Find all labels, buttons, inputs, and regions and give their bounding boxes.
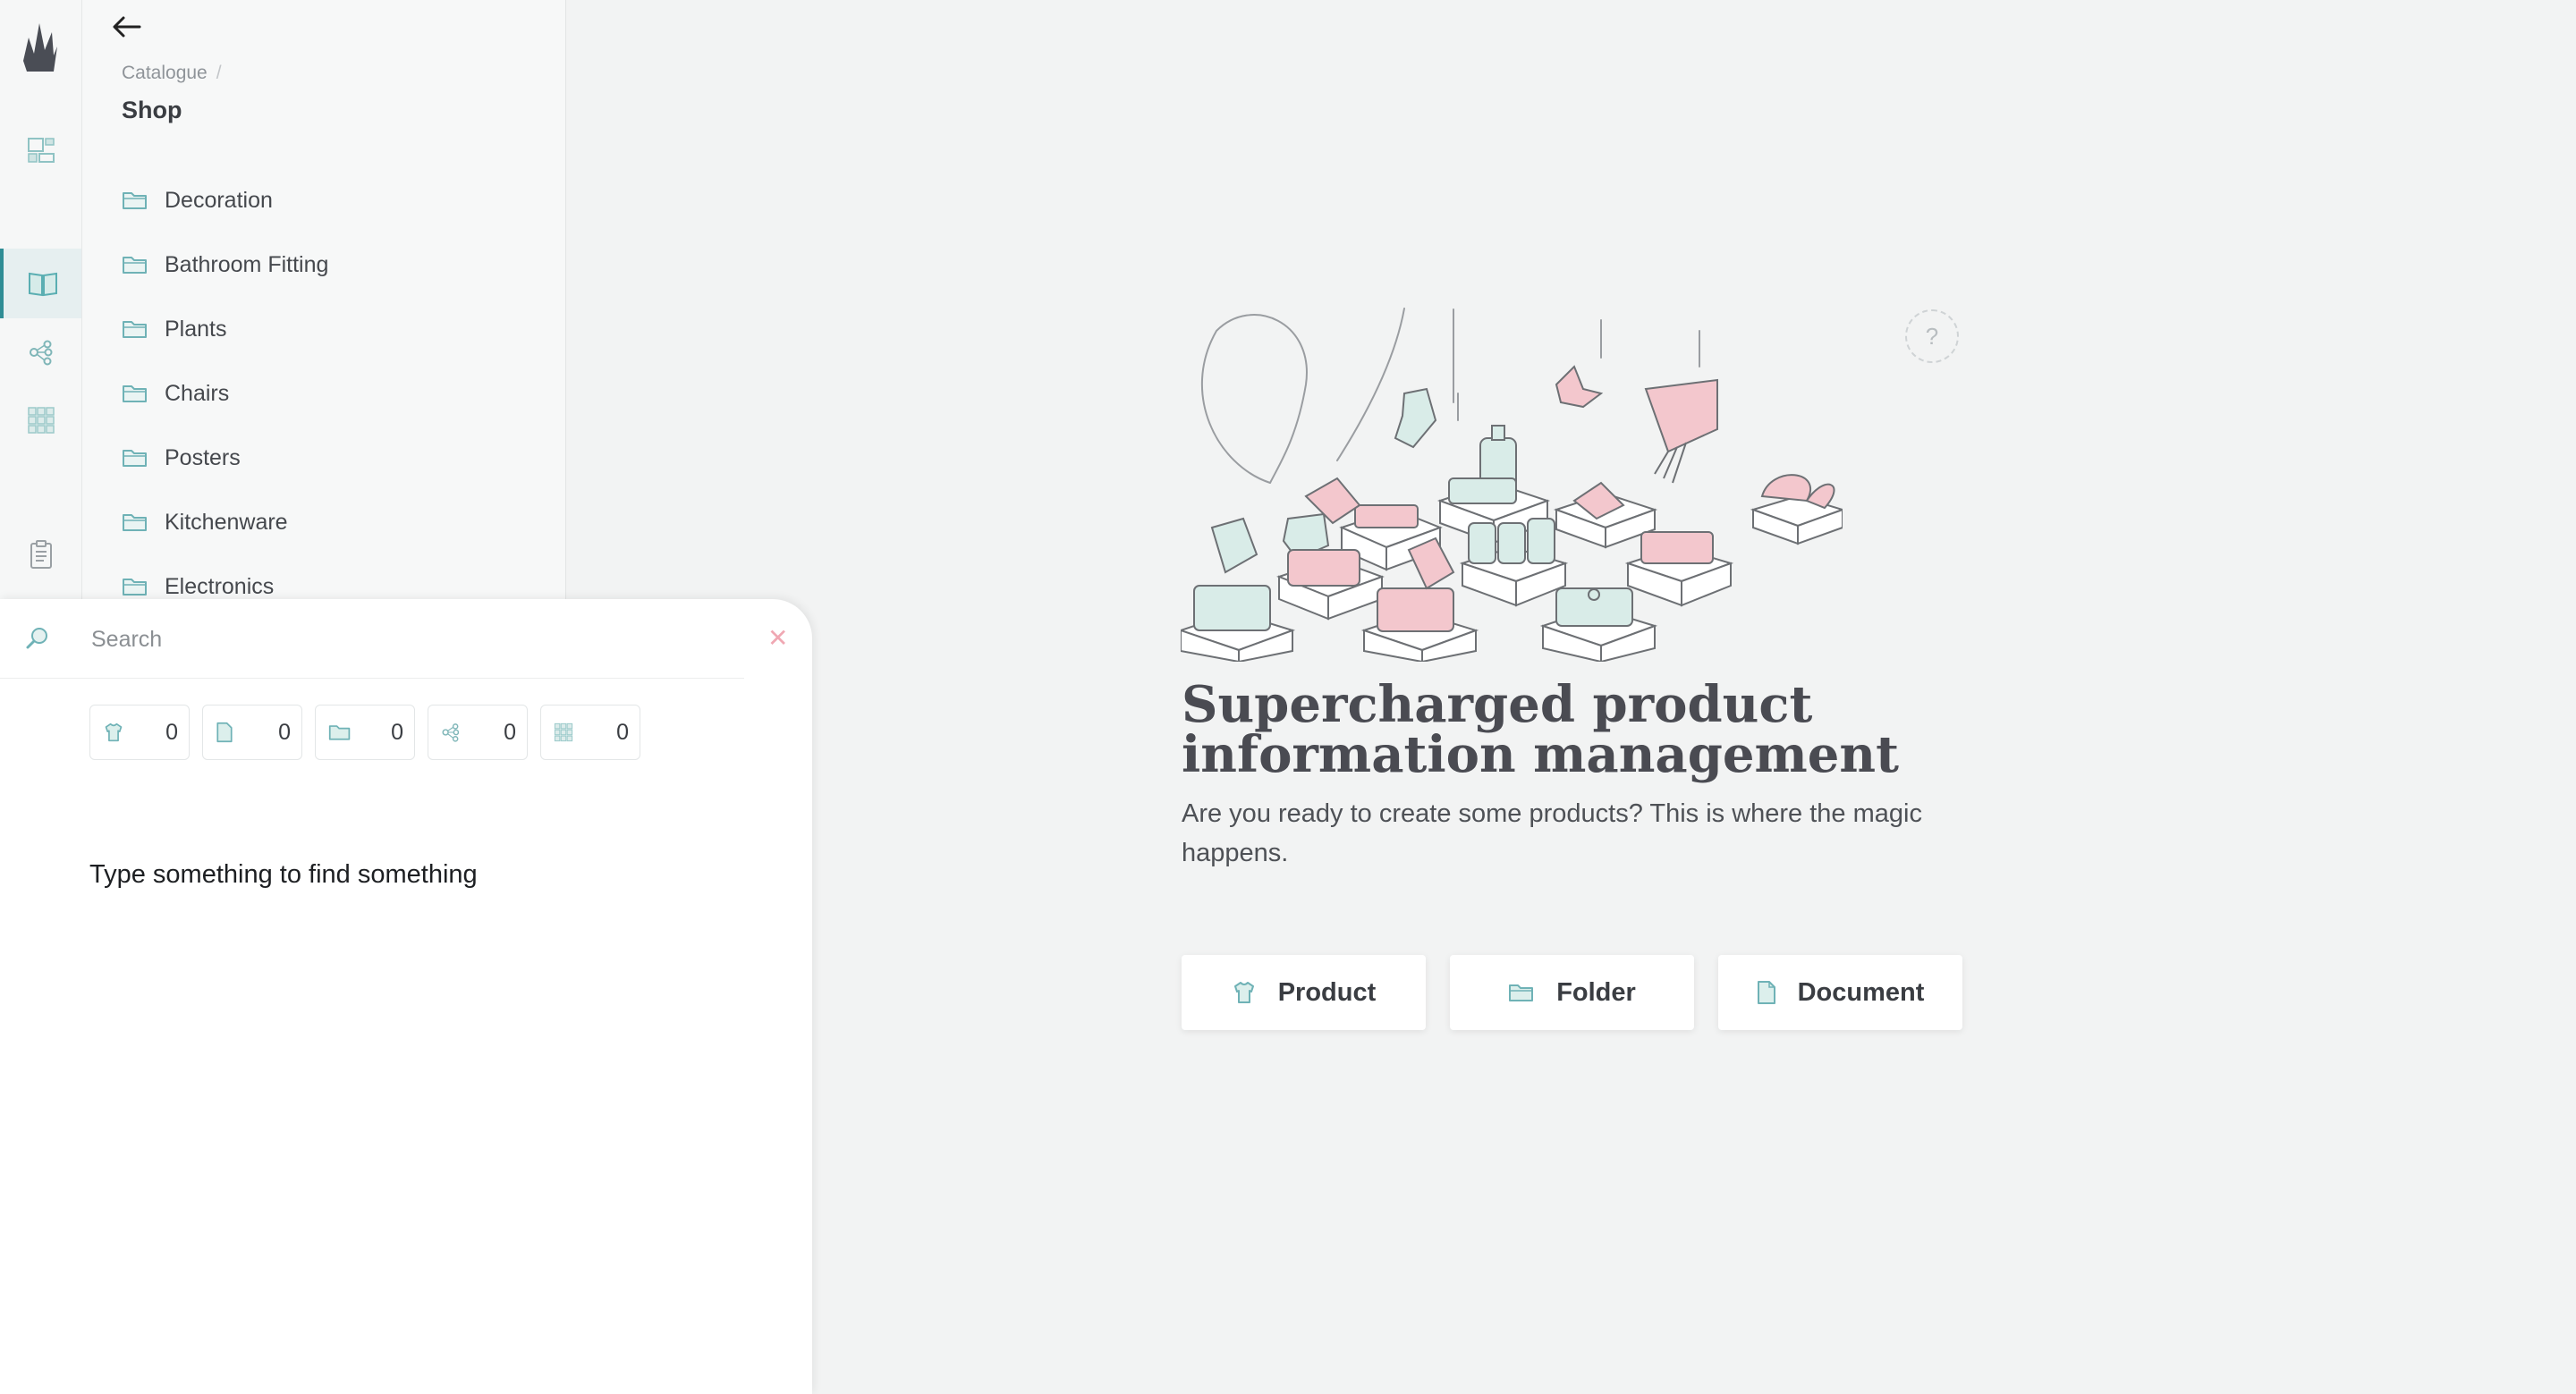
- create-actions: Product Folder Document: [1182, 955, 1962, 1030]
- rail-grid[interactable]: [23, 402, 59, 438]
- relations-graph-icon: [30, 340, 53, 366]
- relations-count-filter[interactable]: 0: [428, 705, 528, 760]
- folder-label: Kitchenware: [165, 509, 288, 535]
- folder-icon: [123, 514, 147, 531]
- clipboard-icon: [30, 540, 52, 569]
- rail-clipboard[interactable]: [23, 536, 59, 572]
- grid-count: 0: [616, 719, 629, 745]
- relations-icon: [442, 723, 460, 742]
- search-bar: [0, 599, 744, 679]
- folder-label: Chairs: [165, 380, 230, 406]
- subtext: Are you ready to create some products? T…: [1182, 799, 1922, 867]
- grid-icon: [28, 407, 55, 434]
- grid-icon: [554, 722, 573, 742]
- rail-dashboard[interactable]: [23, 132, 59, 168]
- folder-icon: [123, 192, 147, 209]
- products-illustration: [1181, 308, 1843, 662]
- document-icon: [216, 722, 233, 743]
- document-count-filter[interactable]: 0: [202, 705, 302, 760]
- catalogue-book-icon: [28, 272, 57, 297]
- create-folder-label: Folder: [1556, 977, 1636, 1007]
- folder-count-filter[interactable]: 0: [315, 705, 415, 760]
- search-empty-message: Type something to find something: [89, 860, 478, 889]
- dashboard-icon: [28, 138, 55, 163]
- folder-icon: [123, 385, 147, 402]
- folder-label: Bathroom Fitting: [165, 251, 329, 277]
- folder-icon: [1509, 984, 1534, 1001]
- create-product-button[interactable]: Product: [1182, 955, 1426, 1030]
- product-count-filter[interactable]: 0: [89, 705, 190, 760]
- create-document-button[interactable]: Document: [1718, 955, 1962, 1030]
- folder-icon: [123, 321, 147, 338]
- product-icon: [1233, 982, 1254, 1003]
- search-input[interactable]: [89, 621, 665, 658]
- folder-list: Decoration Bathroom Fitting Plants Chair…: [122, 168, 328, 619]
- product-count: 0: [165, 719, 178, 745]
- folder-count: 0: [391, 719, 403, 745]
- folder-icon: [123, 450, 147, 467]
- result-type-counters: 0 0 0 0 0: [89, 705, 640, 760]
- breadcrumb-separator: /: [216, 63, 222, 83]
- back-arrow-icon[interactable]: [109, 13, 145, 41]
- create-product-label: Product: [1277, 977, 1377, 1007]
- breadcrumb-catalogue-link[interactable]: Catalogue: [122, 63, 208, 83]
- rail-catalogue[interactable]: [0, 249, 81, 318]
- close-icon[interactable]: ✕: [767, 626, 788, 651]
- document-count: 0: [278, 719, 291, 745]
- folder-item[interactable]: Decoration: [122, 168, 328, 232]
- create-document-label: Document: [1797, 977, 1925, 1007]
- brand-logo-icon[interactable]: [20, 20, 61, 73]
- breadcrumb: Catalogue /: [122, 63, 222, 84]
- headline: Supercharged product information managem…: [1182, 675, 1899, 784]
- create-folder-button[interactable]: Folder: [1450, 955, 1694, 1030]
- product-icon: [105, 722, 123, 742]
- folder-item[interactable]: Plants: [122, 297, 328, 361]
- folder-label: Electronics: [165, 573, 275, 599]
- folder-icon: [123, 257, 147, 274]
- folder-icon: [328, 725, 351, 740]
- folder-item[interactable]: Bathroom Fitting: [122, 232, 328, 297]
- page-title: Shop: [122, 97, 182, 123]
- folder-item[interactable]: Kitchenware: [122, 490, 328, 554]
- help-button[interactable]: ?: [1905, 309, 1959, 363]
- folder-item[interactable]: Chairs: [122, 361, 328, 426]
- folder-label: Decoration: [165, 187, 273, 213]
- folder-label: Plants: [165, 316, 227, 342]
- rail-relations[interactable]: [23, 334, 59, 370]
- grid-count-filter[interactable]: 0: [540, 705, 640, 760]
- search-icon: [26, 628, 47, 649]
- folder-label: Posters: [165, 444, 241, 470]
- folder-icon: [123, 579, 147, 596]
- search-panel: ✕ 0 0 0 0 0 Type something to find somet…: [0, 599, 812, 1394]
- folder-item[interactable]: Posters: [122, 426, 328, 490]
- document-icon: [1757, 981, 1775, 1004]
- relations-count: 0: [504, 719, 516, 745]
